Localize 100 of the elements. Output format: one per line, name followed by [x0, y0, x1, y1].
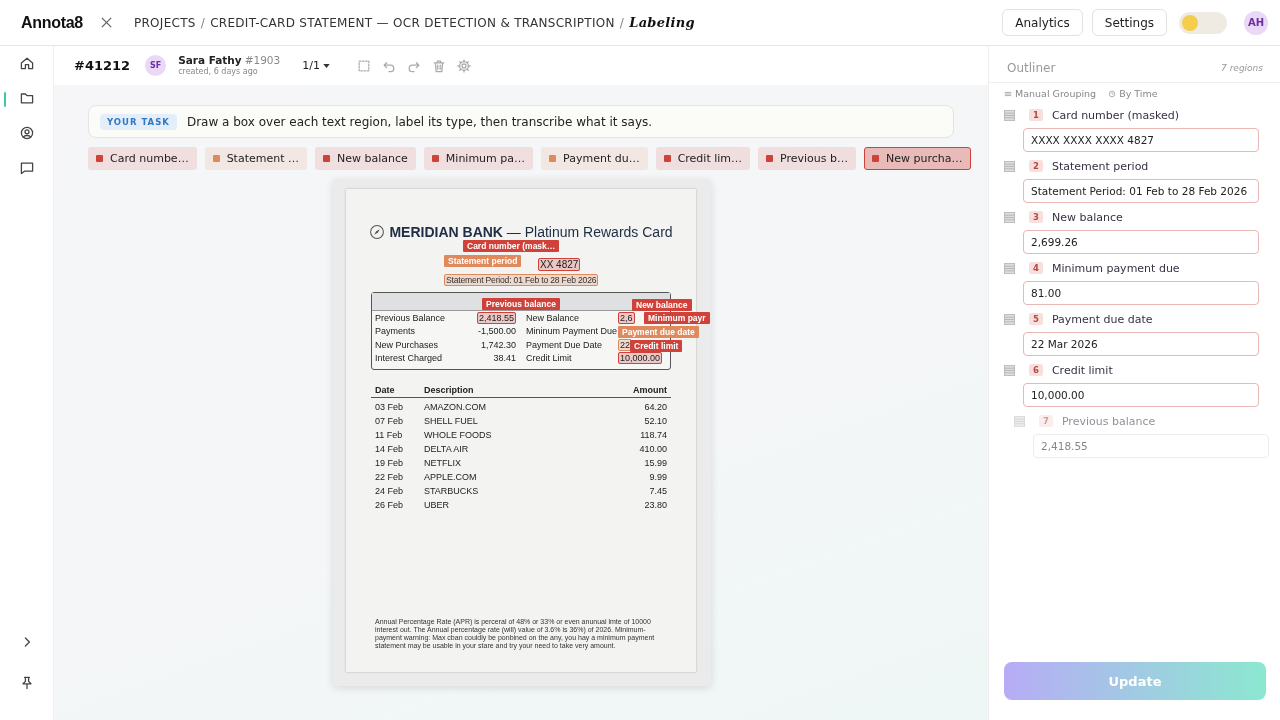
summary-value: 38.41 — [493, 353, 516, 364]
table-cell-text: 118.74 — [639, 430, 667, 440]
region-number-badge: 2 — [1029, 160, 1043, 172]
compass-icon — [369, 224, 386, 240]
label-chip[interactable]: Credit lim… — [655, 147, 751, 170]
drag-handle-icon[interactable] — [1014, 415, 1025, 427]
region-number-badge: 5 — [1029, 313, 1043, 325]
label-chip[interactable]: Card numbe… — [88, 147, 197, 170]
logo[interactable]: Annota8 — [21, 13, 83, 32]
breadcrumb-link[interactable]: PROJECTS — [133, 15, 196, 30]
summary-value: 2,418.55 — [476, 311, 516, 324]
region-name[interactable]: New balance — [1051, 210, 1123, 224]
user-icon[interactable] — [18, 125, 35, 141]
table-cell-text: APPLE.COM — [424, 472, 478, 482]
drag-handle-icon[interactable] — [1004, 313, 1015, 325]
panel-title: Outliner — [1007, 61, 1056, 75]
region-label[interactable]: New balance — [632, 299, 692, 311]
card-number: XX 4827 — [538, 258, 581, 271]
home-icon[interactable] — [18, 55, 35, 71]
breadcrumb-link[interactable]: CREDIT-CARD STATEMENT — OCR DETECTION & TRANSCRIPTION — [210, 15, 615, 30]
region-name[interactable]: Statement period — [1051, 159, 1149, 173]
column-header: Date — [375, 385, 396, 395]
breadcrumb-separator: / — [619, 15, 625, 30]
grouping-option[interactable]: By Time — [1108, 88, 1158, 99]
summary-value: 1,742.30 — [480, 339, 516, 350]
nav-button[interactable]: Settings — [1091, 9, 1167, 36]
task-instruction: Draw a box over each text region, label its type, then transcribe what it says. — [186, 114, 653, 129]
task-id: #41212 — [74, 58, 131, 73]
summary-label: Mininum Payment Due — [526, 326, 618, 337]
annotator-id: #1903 — [244, 54, 281, 66]
transcription-field[interactable]: 10,000.00 — [1023, 383, 1259, 407]
drag-handle-icon[interactable] — [1004, 211, 1015, 223]
close-icon[interactable] — [99, 16, 113, 29]
table-cell-text: DELTA AIR — [424, 444, 470, 454]
pager-dropdown[interactable]: 1/1 — [302, 59, 330, 72]
summary-value: 10,000.00 — [618, 352, 663, 365]
table-cell-text: 52.10 — [643, 416, 667, 426]
region-label[interactable]: Credit limit — [630, 340, 683, 352]
created-time: created, 6 days ago — [178, 66, 259, 77]
summary-label: Payments — [375, 326, 417, 337]
label-chip[interactable]: Previous b… — [758, 147, 856, 170]
annotator-avatar: SF — [145, 55, 167, 76]
nav-button[interactable]: Analytics — [1002, 9, 1083, 36]
region-count: 7 regions — [1221, 63, 1263, 73]
summary-label: Credit Limit — [526, 353, 573, 364]
label-chip[interactable]: Statement … — [204, 147, 308, 170]
drag-handle-icon[interactable] — [1004, 160, 1015, 172]
summary-label: New Balance — [526, 312, 581, 323]
drag-handle-icon[interactable] — [1004, 262, 1015, 274]
label-chip[interactable]: Payment du… — [541, 147, 648, 170]
region-name[interactable]: Payment due date — [1051, 312, 1153, 326]
summary-value: -1,500.00 — [477, 326, 516, 337]
breadcrumb-separator: / — [200, 15, 206, 30]
column-header: Amount — [632, 385, 667, 395]
region-name[interactable]: Card number (masked) — [1051, 108, 1180, 122]
transcription-field[interactable]: XXXX XXXX XXXX 4827 — [1023, 128, 1259, 152]
transcription-field[interactable]: 81.00 — [1023, 281, 1259, 305]
folder-icon[interactable] — [18, 90, 35, 106]
region-label[interactable]: Card number (mask… — [463, 240, 560, 252]
label-chip[interactable]: New balance — [315, 147, 416, 170]
transcription-field[interactable]: 2,418.55 — [1033, 434, 1269, 458]
table-cell-text: 24 Feb — [375, 486, 405, 496]
table-cell-text: WHOLE FOODS — [424, 430, 493, 440]
page-title: Labeling — [629, 15, 695, 30]
transcription-field[interactable]: Statement Period: 01 Feb to 28 Feb 2026 — [1023, 179, 1259, 203]
table-cell-text: 15.99 — [643, 458, 667, 468]
summary-label: Payment Due Date — [526, 339, 604, 350]
table-cell-text: AMAZON.COM — [424, 402, 487, 412]
region-label[interactable]: Minimum payr — [644, 312, 710, 324]
region-name[interactable]: Credit limit — [1051, 363, 1113, 377]
table-cell-text: 19 Feb — [375, 458, 405, 468]
region-number-badge: 4 — [1029, 262, 1043, 274]
table-cell-text: 07 Feb — [375, 416, 405, 426]
region-number-badge: 3 — [1029, 211, 1043, 223]
table-cell-text: 410.00 — [638, 444, 667, 454]
region-label[interactable]: Previous balance — [482, 298, 560, 310]
region-number-badge: 1 — [1029, 109, 1043, 121]
column-header: Description — [424, 385, 475, 395]
annotator-name: Sara Fathy — [178, 54, 242, 66]
summary-label: Previous Balance — [375, 312, 447, 323]
user-avatar[interactable]: AH — [1244, 10, 1268, 35]
statement-period: Statement Period: 01 Feb to 28 Feb 2026 — [444, 274, 599, 286]
table-cell-text: 64.20 — [643, 402, 667, 412]
table-cell-text: SHELL FUEL — [424, 416, 479, 426]
label-chip[interactable]: Minimum pa… — [423, 147, 534, 170]
transcription-field[interactable]: 22 Mar 2026 — [1023, 332, 1259, 356]
region-number-badge: 6 — [1029, 364, 1043, 376]
table-cell-text: STARBUCKS — [424, 486, 480, 496]
theme-toggle[interactable] — [1179, 11, 1227, 34]
table-cell-text: UBER — [424, 500, 450, 510]
task-badge: YOUR TASK — [100, 113, 177, 130]
table-cell-text: 03 Feb — [375, 402, 405, 412]
drag-handle-icon[interactable] — [1004, 109, 1015, 121]
settings-icon[interactable] — [455, 57, 472, 74]
drag-handle-icon[interactable] — [1004, 364, 1015, 376]
chat-icon[interactable] — [18, 160, 35, 176]
region-name[interactable]: Minimum payment due — [1051, 261, 1180, 275]
label-chip[interactable]: New purcha… — [864, 147, 971, 170]
grouping-option[interactable]: Manual Grouping — [1004, 88, 1097, 99]
transcription-field[interactable]: 2,699.26 — [1023, 230, 1259, 254]
